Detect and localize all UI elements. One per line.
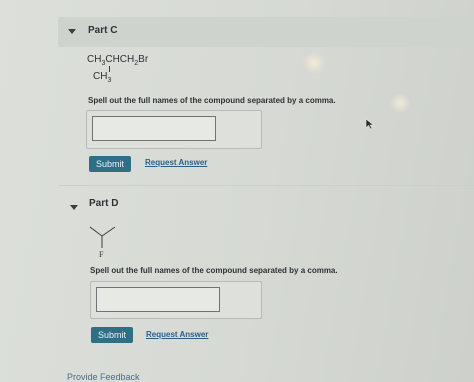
part-c-branch: CH3 [93,71,112,84]
page: Part C CH3CHCH2Br CH3 Spell out the full… [0,0,474,382]
part-d-submit-button[interactable]: Submit [91,327,133,343]
part-c-formula: CH3CHCH2Br [87,54,149,67]
part-c-answer-input[interactable] [92,116,216,141]
part-d-answer-frame [90,281,262,319]
part-d-prompt: Spell out the full names of the compound… [90,266,338,275]
part-c-title: Part C [88,25,118,36]
part-c-submit-button[interactable]: Submit [89,156,131,172]
provide-feedback-link[interactable]: Provide Feedback [67,372,140,382]
part-c-prompt: Spell out the full names of the compound… [88,96,336,105]
collapse-caret-icon[interactable] [70,205,78,210]
part-c-answer-frame [86,110,262,149]
screen-glare [389,93,411,113]
collapse-caret-icon[interactable] [68,29,76,34]
screen-glare [302,52,326,74]
part-c-request-answer-link[interactable]: Request Answer [145,158,207,167]
part-d-answer-input[interactable] [96,287,220,312]
part-d-fluorine-label: F [99,250,104,259]
section-divider [58,185,474,186]
part-c-header[interactable] [58,17,474,47]
part-d-title: Part D [89,198,119,209]
part-d-request-answer-link[interactable]: Request Answer [146,330,208,339]
mouse-pointer-icon [365,118,375,130]
